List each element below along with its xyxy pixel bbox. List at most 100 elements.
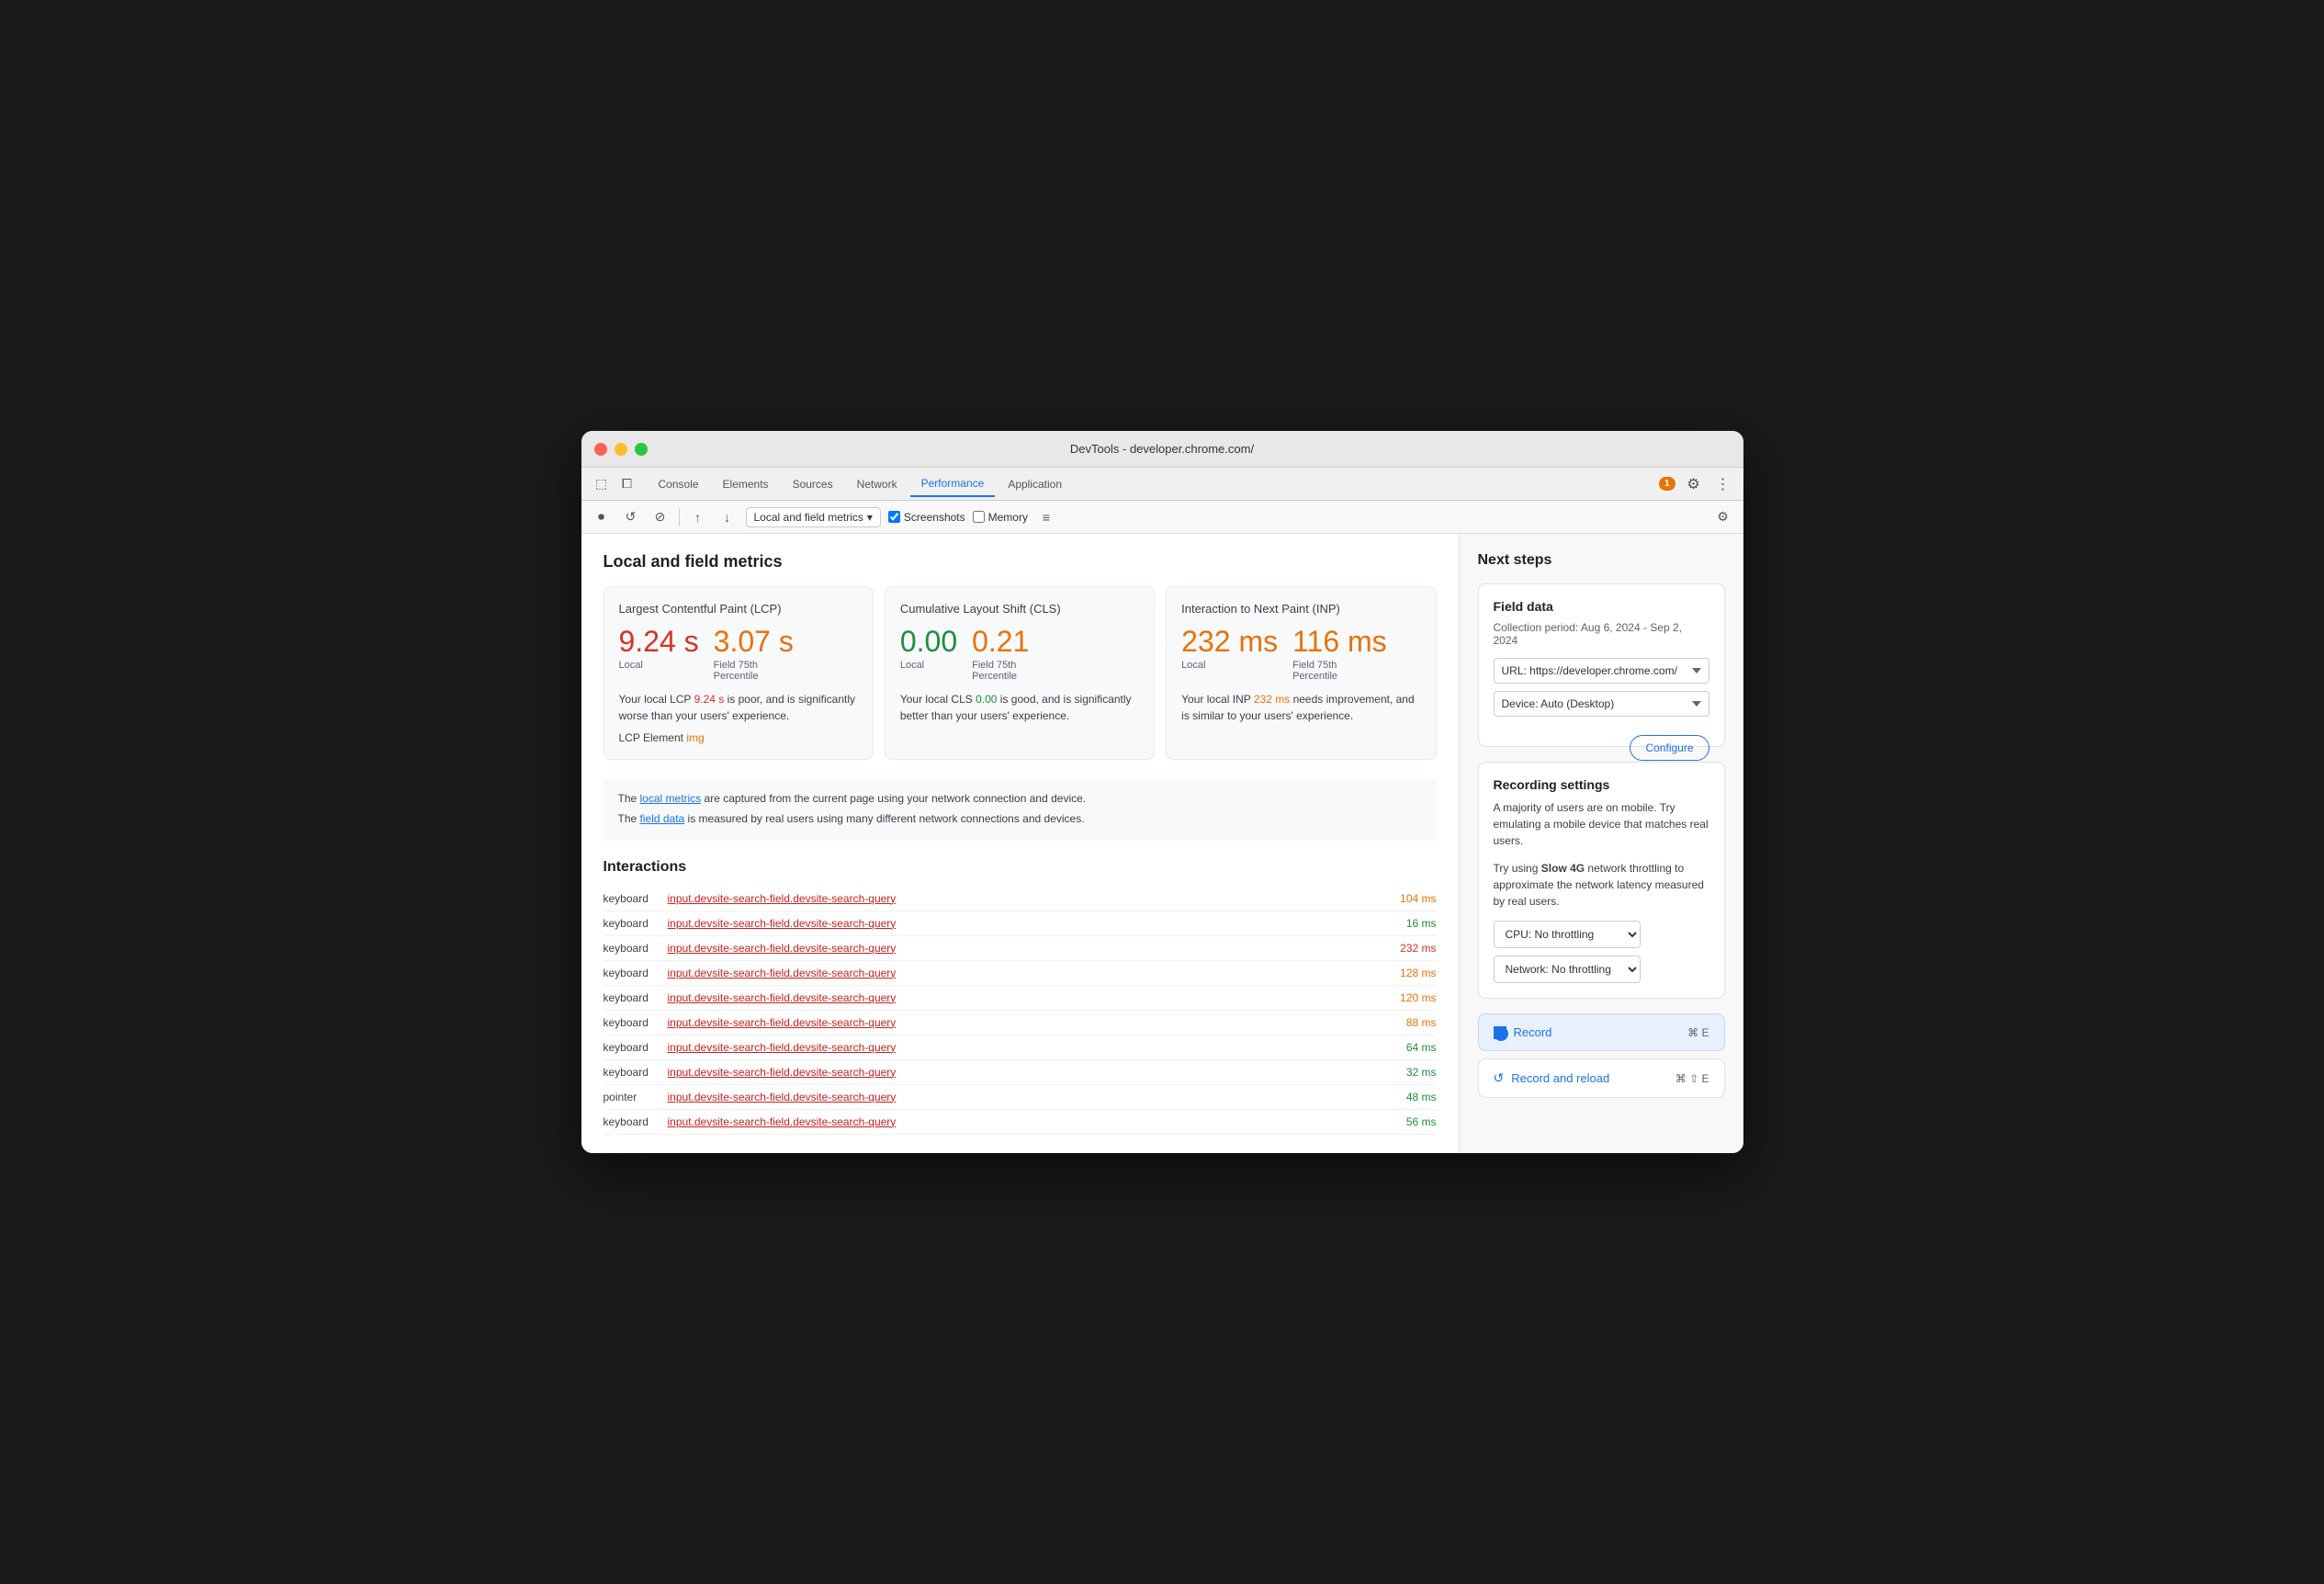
record-reload-button-panel[interactable]: ↺ Record and reload ⌘ ⇧ E (1478, 1058, 1725, 1098)
lcp-element: LCP Element img (619, 731, 858, 744)
record-shortcut: ⌘ E (1687, 1026, 1709, 1039)
info-line2: The field data is measured by real users… (618, 809, 1422, 830)
chevron-down-icon: ▾ (867, 511, 873, 524)
lcp-field-value: 3.07 s (714, 627, 794, 656)
recording-settings-title: Recording settings (1494, 777, 1709, 792)
inp-field-value: 116 ms (1292, 627, 1387, 656)
toolbar-settings-icon[interactable]: ⚙ (1712, 506, 1734, 528)
lcp-local-group: 9.24 s Local (619, 627, 699, 682)
info-text: The local metrics are captured from the … (604, 778, 1437, 840)
right-panel: Next steps Field data Collection period:… (1459, 534, 1743, 1152)
more-options-icon[interactable]: ⋮ (1712, 473, 1734, 495)
field-data-section: Field data Collection period: Aug 6, 202… (1478, 583, 1725, 747)
cls-description: Your local CLS 0.00 is good, and is sign… (900, 691, 1139, 724)
notification-badge: 1 (1659, 477, 1675, 491)
cls-local-label: Local (900, 660, 957, 671)
close-button[interactable] (594, 443, 607, 456)
table-row: keyboard input.devsite-search-field.devs… (604, 1110, 1437, 1135)
device-icon[interactable]: ⧠ (616, 473, 638, 495)
lcp-field-label: Field 75thPercentile (714, 660, 794, 682)
cls-field-value: 0.21 (972, 627, 1029, 656)
inp-title: Interaction to Next Paint (INP) (1181, 602, 1420, 616)
divider (679, 508, 680, 526)
view-dropdown[interactable]: Local and field metrics ▾ (746, 507, 881, 527)
cls-field-label: Field 75thPercentile (972, 660, 1029, 682)
memory-label: Memory (988, 511, 1028, 524)
network-throttling-select[interactable]: Network: No throttling (1494, 956, 1641, 983)
tab-sources[interactable]: Sources (782, 472, 844, 496)
lcp-title: Largest Contentful Paint (LCP) (619, 602, 858, 616)
traffic-lights (594, 443, 648, 456)
inp-local-value: 232 ms (1181, 627, 1278, 656)
table-row: keyboard input.devsite-search-field.devs… (604, 1060, 1437, 1085)
tab-console[interactable]: Console (648, 472, 710, 496)
field-data-period: Collection period: Aug 6, 2024 - Sep 2, … (1494, 621, 1709, 647)
table-row: keyboard input.devsite-search-field.devs… (604, 887, 1437, 911)
record-button[interactable]: ⏺ (591, 506, 613, 528)
throttling-dropdowns: CPU: No throttling Network: No throttlin… (1494, 921, 1709, 983)
table-row: keyboard input.devsite-search-field.devs… (604, 986, 1437, 1011)
main-content: Local and field metrics Largest Contentf… (581, 534, 1743, 1152)
configure-button[interactable]: Configure (1630, 735, 1709, 761)
tab-network[interactable]: Network (846, 472, 908, 496)
memory-checkbox[interactable] (973, 511, 985, 523)
memory-checkbox-group: Memory (973, 511, 1028, 524)
record-btn-left: Record (1494, 1025, 1552, 1039)
cls-local-value: 0.00 (900, 627, 957, 656)
reload-button[interactable]: ↺ (620, 506, 642, 528)
clear-button[interactable]: ⊘ (649, 506, 671, 528)
cursor-icon[interactable]: ⬚ (591, 473, 613, 495)
field-data-link[interactable]: field data (640, 812, 685, 825)
slow4g-text: Slow 4G (1541, 862, 1585, 875)
lcp-field-group: 3.07 s Field 75thPercentile (714, 627, 794, 682)
screenshots-checkbox[interactable] (888, 511, 900, 523)
inp-local-label: Local (1181, 660, 1278, 671)
upload-button[interactable]: ↑ (687, 506, 709, 528)
toolbar: ⏺ ↺ ⊘ ↑ ↓ Local and field metrics ▾ Scre… (581, 501, 1743, 534)
download-button[interactable]: ↓ (716, 506, 739, 528)
minimize-button[interactable] (615, 443, 627, 456)
cpu-throttling-select[interactable]: CPU: No throttling (1494, 921, 1641, 948)
tab-application[interactable]: Application (997, 472, 1073, 496)
lcp-description: Your local LCP 9.24 s is poor, and is si… (619, 691, 858, 724)
device-dropdown[interactable]: Device: Auto (Desktop) (1494, 691, 1709, 717)
window-title: DevTools - developer.chrome.com/ (1070, 442, 1254, 456)
lcp-values: 9.24 s Local 3.07 s Field 75thPercentile (619, 627, 858, 682)
screenshots-checkbox-group: Screenshots (888, 511, 965, 524)
titlebar: DevTools - developer.chrome.com/ (581, 431, 1743, 468)
inp-field-label: Field 75thPercentile (1292, 660, 1387, 682)
tab-performance[interactable]: Performance (910, 471, 996, 497)
record-button-panel[interactable]: Record ⌘ E (1478, 1013, 1725, 1051)
network-conditions-icon[interactable]: ≡ (1035, 506, 1057, 528)
table-row: keyboard input.devsite-search-field.devs… (604, 1035, 1437, 1060)
recording-desc1: A majority of users are on mobile. Try e… (1494, 799, 1709, 849)
cls-card: Cumulative Layout Shift (CLS) 0.00 Local… (885, 586, 1155, 760)
recording-settings-section: Recording settings A majority of users a… (1478, 762, 1725, 999)
cls-desc-value: 0.00 (976, 693, 997, 706)
table-row: pointer input.devsite-search-field.devsi… (604, 1085, 1437, 1110)
table-row: keyboard input.devsite-search-field.devs… (604, 911, 1437, 936)
record-reload-shortcut: ⌘ ⇧ E (1675, 1072, 1709, 1085)
table-row: keyboard input.devsite-search-field.devs… (604, 961, 1437, 986)
lcp-desc-value: 9.24 s (694, 693, 725, 706)
tab-elements[interactable]: Elements (712, 472, 780, 496)
table-row: keyboard input.devsite-search-field.devs… (604, 936, 1437, 961)
maximize-button[interactable] (635, 443, 648, 456)
cls-title: Cumulative Layout Shift (CLS) (900, 602, 1139, 616)
cls-field-group: 0.21 Field 75thPercentile (972, 627, 1029, 682)
devtools-window: DevTools - developer.chrome.com/ ⬚ ⧠ Con… (581, 431, 1743, 1152)
record-reload-left: ↺ Record and reload (1494, 1070, 1610, 1086)
lcp-card: Largest Contentful Paint (LCP) 9.24 s Lo… (604, 586, 874, 760)
interactions-list: keyboard input.devsite-search-field.devs… (604, 887, 1437, 1135)
interactions-title: Interactions (604, 859, 1437, 876)
inp-field-group: 116 ms Field 75thPercentile (1292, 627, 1387, 682)
settings-icon[interactable]: ⚙ (1683, 473, 1705, 495)
tabs-right-icons: 1 ⚙ ⋮ (1659, 473, 1734, 495)
info-line1: The local metrics are captured from the … (618, 789, 1422, 809)
lcp-local-value: 9.24 s (619, 627, 699, 656)
metrics-grid: Largest Contentful Paint (LCP) 9.24 s Lo… (604, 586, 1437, 760)
local-metrics-link[interactable]: local metrics (640, 792, 702, 805)
lcp-local-label: Local (619, 660, 699, 671)
inp-desc-value: 232 ms (1254, 693, 1290, 706)
url-dropdown[interactable]: URL: https://developer.chrome.com/ (1494, 658, 1709, 684)
